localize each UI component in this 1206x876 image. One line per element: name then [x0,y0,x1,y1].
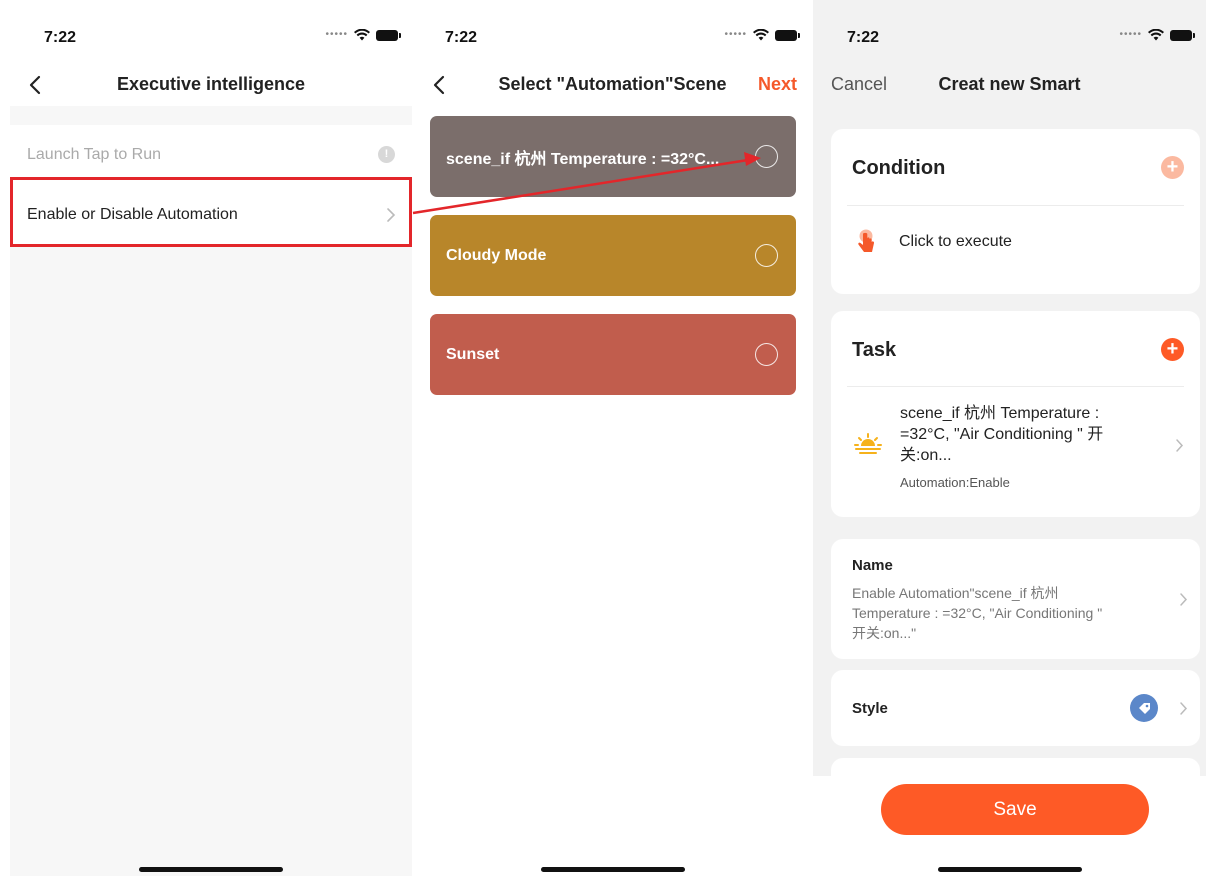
name-value-line: Enable Automation"scene_if 杭州 [852,585,1059,601]
name-label: Name [852,557,893,574]
name-value-line: 开关:on..." [852,625,917,641]
info-icon[interactable]: ! [378,146,395,163]
list-item-launch-tap-to-run[interactable]: Launch Tap to Run ! [10,125,412,185]
home-indicator [937,867,1082,872]
scene-radio[interactable] [755,244,778,267]
status-icons: ••••• [325,29,401,41]
task-item-line: =32°C, "Air Conditioning " 开 [900,426,1104,443]
scene-label: scene_if 杭州 Temperature : =32°C... [446,150,720,168]
nav-bar: Cancel Creat new Smart [813,64,1206,106]
add-condition-icon[interactable]: + [1161,156,1184,179]
wifi-icon [354,29,370,41]
battery-icon [376,29,401,41]
chevron-right-icon [1180,593,1188,606]
task-item[interactable]: scene_if 杭州 Temperature : =32°C, "Air Co… [900,403,1150,493]
wifi-icon [1148,29,1164,41]
tap-hand-icon [858,229,875,252]
wifi-icon [753,29,769,41]
name-value: Enable Automation"scene_if 杭州 Temperatur… [852,583,1162,643]
condition-item-label[interactable]: Click to execute [899,233,1012,251]
page-title: Select "Automation"Scene [498,74,727,94]
name-value-line: Temperature : =32°C, "Air Conditioning " [852,605,1103,621]
status-bar: 7:22 ••••• [813,0,1206,70]
highlight-box [10,177,412,247]
nav-bar: Select "Automation"Scene Next [414,64,811,106]
status-time: 7:22 [847,29,880,46]
battery-icon [1170,29,1195,41]
screen-executive-intelligence: 7:22 ••••• Executive intelligence Launch… [10,0,412,876]
chevron-right-icon [1176,439,1184,452]
next-button[interactable]: Next [758,74,797,95]
status-icons: ••••• [724,29,800,41]
task-item-subtitle: Automation:Enable [900,475,1010,490]
scene-radio[interactable] [755,145,778,168]
page-title: Creat new Smart [938,74,1081,94]
task-item-line: 关:on... [900,447,952,464]
scene-card[interactable]: Sunset [430,314,796,395]
page-title: Executive intelligence [116,74,306,94]
add-task-icon[interactable]: + [1161,338,1184,361]
condition-title: Condition [852,157,946,179]
task-title: Task [852,339,897,361]
sunrise-icon [854,433,882,454]
task-item-line: scene_if 杭州 Temperature : [900,405,1100,422]
screen-select-scene: 7:22 ••••• Select "Automation"Scene Next… [414,0,811,876]
chevron-right-icon [1180,702,1188,715]
status-icons: ••••• [1119,29,1195,41]
status-time: 7:22 [445,29,478,46]
divider [847,386,1184,387]
save-button[interactable]: Save [881,784,1149,835]
status-time: 7:22 [44,29,77,46]
scene-label: Sunset [446,345,500,363]
task-card: Task + scene_if 杭州 Temperature : =32°C, … [831,311,1200,517]
nav-bar: Executive intelligence [10,64,412,106]
scene-label: Cloudy Mode [446,246,547,264]
list-item-label: Launch Tap to Run [27,146,162,163]
signal-icon: ••••• [1119,29,1142,40]
home-indicator [139,867,283,872]
scene-radio[interactable] [755,343,778,366]
name-card[interactable]: Name Enable Automation"scene_if 杭州 Tempe… [831,539,1200,659]
home-indicator [540,867,685,872]
tag-icon [1130,694,1158,722]
battery-icon [775,29,800,41]
signal-icon: ••••• [724,29,747,40]
signal-icon: ••••• [325,29,348,40]
style-label: Style [852,700,888,717]
status-bar: 7:22 ••••• [414,0,811,70]
divider [847,205,1184,206]
condition-card: Condition + Click to execute [831,129,1200,294]
style-card[interactable]: Style [831,670,1200,746]
scene-card[interactable]: scene_if 杭州 Temperature : =32°C... [430,116,796,197]
screen-create-smart: 7:22 ••••• Cancel Creat new Smart Condit… [813,0,1206,876]
scene-card[interactable]: Cloudy Mode [430,215,796,296]
status-bar: 7:22 ••••• [10,0,412,70]
